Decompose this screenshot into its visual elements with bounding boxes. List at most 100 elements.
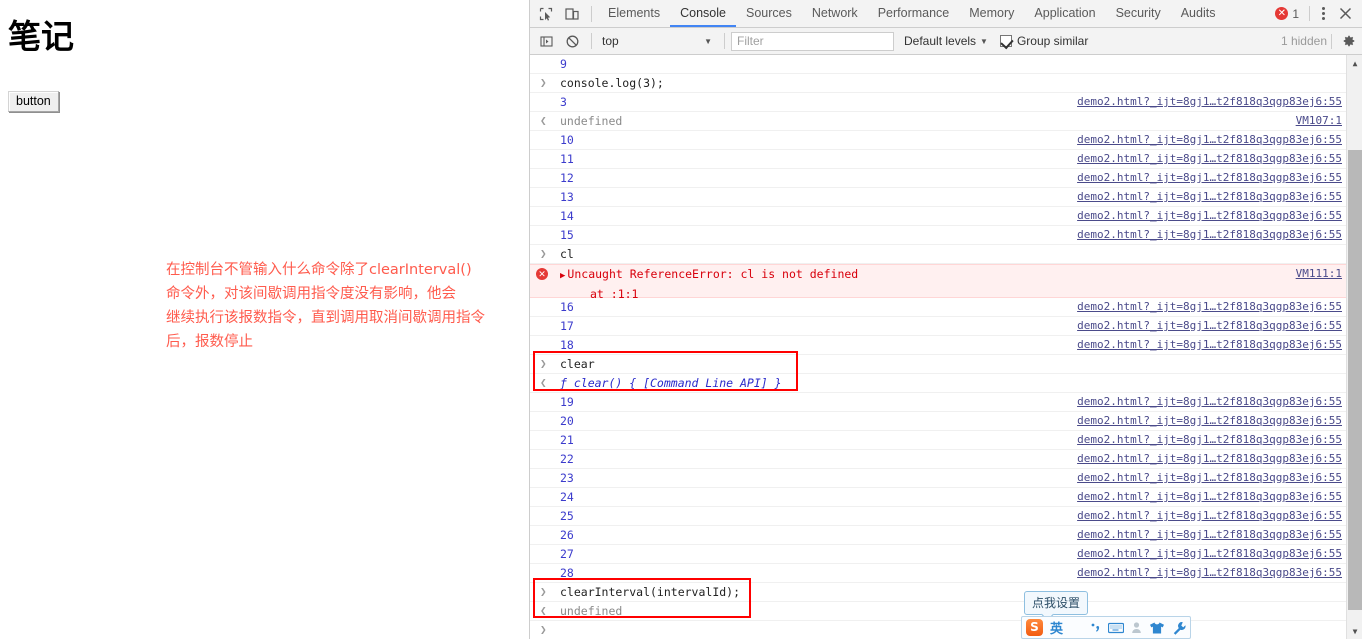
source-link[interactable]: demo2.html?_ijt=8gj1…t2f818q3qgp83ej6:55 — [1077, 150, 1342, 168]
source-link[interactable]: demo2.html?_ijt=8gj1…t2f818q3qgp83ej6:55 — [1077, 131, 1342, 149]
console-error-row[interactable]: ✕ ▶ Uncaught ReferenceError: cl is not def… — [530, 264, 1362, 301]
console-row[interactable]: 27 demo2.html?_ijt=8gj1…t2f818q3qgp83ej6:… — [530, 545, 1362, 564]
source-link[interactable]: demo2.html?_ijt=8gj1…t2f818q3qgp83ej6:55 — [1077, 298, 1342, 316]
source-link[interactable]: VM111:1 — [1296, 265, 1342, 283]
tab-performance[interactable]: Performance — [868, 0, 960, 27]
console-row[interactable]: 25 demo2.html?_ijt=8gj1…t2f818q3qgp83ej6:… — [530, 507, 1362, 526]
console-row[interactable]: 16 demo2.html?_ijt=8gj1…t2f818q3qgp83ej6:… — [530, 298, 1362, 317]
console-row[interactable]: 20 demo2.html?_ijt=8gj1…t2f818q3qgp83ej6:… — [530, 412, 1362, 431]
source-link[interactable]: demo2.html?_ijt=8gj1…t2f818q3qgp83ej6:55 — [1077, 393, 1342, 411]
tab-audits[interactable]: Audits — [1171, 0, 1226, 27]
console-scrollbar[interactable]: ▲ ▼ — [1346, 55, 1362, 639]
scroll-down-arrow-icon[interactable]: ▼ — [1347, 623, 1362, 639]
source-link[interactable]: demo2.html?_ijt=8gj1…t2f818q3qgp83ej6:55 — [1077, 469, 1342, 487]
console-row[interactable]: ❯ console.log(3); — [530, 74, 1362, 93]
source-link[interactable]: demo2.html?_ijt=8gj1…t2f818q3qgp83ej6:55 — [1077, 336, 1342, 354]
console-row[interactable]: 26 demo2.html?_ijt=8gj1…t2f818q3qgp83ej6:… — [530, 526, 1362, 545]
skin-icon[interactable] — [1149, 618, 1165, 637]
console-row[interactable]: 22 demo2.html?_ijt=8gj1…t2f818q3qgp83ej6:… — [530, 450, 1362, 469]
devtools-menu-icon[interactable] — [1314, 3, 1332, 25]
console-row[interactable]: 21 demo2.html?_ijt=8gj1…t2f818q3qgp83ej6:… — [530, 431, 1362, 450]
console-filter-input[interactable] — [731, 31, 894, 51]
console-row[interactable]: 23 demo2.html?_ijt=8gj1…t2f818q3qgp83ej6:… — [530, 469, 1362, 488]
source-link[interactable]: demo2.html?_ijt=8gj1…t2f818q3qgp83ej6:55 — [1077, 507, 1342, 525]
console-row-text: 23 — [560, 471, 574, 485]
console-row[interactable]: ❯ clearInterval(intervalId); — [530, 583, 1362, 602]
tab-sources[interactable]: Sources — [736, 0, 802, 27]
source-link[interactable]: demo2.html?_ijt=8gj1…t2f818q3qgp83ej6:55 — [1077, 226, 1342, 244]
toolbar-divider — [591, 5, 592, 22]
console-row[interactable]: ❮ undefined — [530, 602, 1362, 621]
source-link[interactable]: demo2.html?_ijt=8gj1…t2f818q3qgp83ej6:55 — [1077, 545, 1342, 563]
source-link[interactable]: demo2.html?_ijt=8gj1…t2f818q3qgp83ej6:55 — [1077, 431, 1342, 449]
source-link[interactable]: demo2.html?_ijt=8gj1…t2f818q3qgp83ej6:55 — [1077, 564, 1342, 582]
console-row[interactable]: 10 demo2.html?_ijt=8gj1…t2f818q3qgp83ej6:… — [530, 131, 1362, 150]
sogou-ime-toolbar[interactable]: S 英 — [1021, 616, 1192, 639]
console-row[interactable]: 17 demo2.html?_ijt=8gj1…t2f818q3qgp83ej6:… — [530, 317, 1362, 336]
tab-network[interactable]: Network — [802, 0, 868, 27]
clear-console-icon[interactable] — [559, 29, 585, 53]
console-row[interactable]: ❮ ƒ clear() { [Command Line API] } — [530, 374, 1362, 393]
console-row-text: undefined — [560, 604, 623, 618]
source-link[interactable]: demo2.html?_ijt=8gj1…t2f818q3qgp83ej6:55 — [1077, 93, 1342, 111]
source-link[interactable]: demo2.html?_ijt=8gj1…t2f818q3qgp83ej6:55 — [1077, 169, 1342, 187]
inspect-element-icon[interactable] — [533, 2, 559, 26]
source-link[interactable]: demo2.html?_ijt=8gj1…t2f818q3qgp83ej6:55 — [1077, 488, 1342, 506]
scrollbar-thumb[interactable] — [1348, 150, 1362, 610]
keyboard-icon[interactable] — [1108, 618, 1125, 637]
console-row[interactable]: 19 demo2.html?_ijt=8gj1…t2f818q3qgp83ej6:… — [530, 393, 1362, 412]
console-row[interactable]: ❯ clear — [530, 355, 1362, 374]
source-link[interactable]: demo2.html?_ijt=8gj1…t2f818q3qgp83ej6:55 — [1077, 526, 1342, 544]
page-button[interactable]: button — [8, 91, 59, 112]
scroll-up-arrow-icon[interactable]: ▲ — [1347, 55, 1362, 71]
console-row[interactable]: 15 demo2.html?_ijt=8gj1…t2f818q3qgp83ej6:… — [530, 226, 1362, 245]
source-link[interactable]: demo2.html?_ijt=8gj1…t2f818q3qgp83ej6:55 — [1077, 412, 1342, 430]
console-messages-list[interactable]: 9 ❯ console.log(3); 3 demo2.html?_ijt=8gj1…t… — [530, 55, 1362, 639]
source-link[interactable]: demo2.html?_ijt=8gj1…t2f818q3qgp83ej6:55 — [1077, 450, 1342, 468]
console-row[interactable]: 9 — [530, 55, 1362, 74]
console-row[interactable]: 24 demo2.html?_ijt=8gj1…t2f818q3qgp83ej6:… — [530, 488, 1362, 507]
error-count-value: 1 — [1292, 6, 1299, 21]
error-count-badge[interactable]: ✕ 1 — [1275, 7, 1299, 21]
console-row-text: 26 — [560, 528, 574, 542]
group-similar-checkbox[interactable] — [999, 35, 1012, 47]
source-link[interactable]: demo2.html?_ijt=8gj1…t2f818q3qgp83ej6:55 — [1077, 188, 1342, 206]
sogou-logo-icon[interactable]: S — [1026, 619, 1043, 636]
source-link[interactable]: demo2.html?_ijt=8gj1…t2f818q3qgp83ej6:55 — [1077, 207, 1342, 225]
moon-icon[interactable] — [1070, 618, 1083, 637]
tab-elements[interactable]: Elements — [598, 0, 670, 27]
punctuation-icon[interactable] — [1090, 618, 1101, 637]
language-mode-icon[interactable]: 英 — [1050, 618, 1063, 637]
source-link[interactable]: VM107:1 — [1296, 112, 1342, 130]
tab-security[interactable]: Security — [1106, 0, 1171, 27]
log-levels-select[interactable]: Default levels ▼ — [904, 34, 988, 48]
tabbar-right-controls: ✕ 1 — [1275, 2, 1362, 26]
console-row[interactable]: 3 demo2.html?_ijt=8gj1…t2f818q3qgp83ej6:5… — [530, 93, 1362, 112]
gear-icon[interactable] — [1336, 29, 1362, 53]
console-row[interactable]: 28 demo2.html?_ijt=8gj1…t2f818q3qgp83ej6:… — [530, 564, 1362, 583]
device-toolbar-icon[interactable] — [559, 2, 585, 26]
ime-settings-tooltip[interactable]: 点我设置 — [1024, 591, 1089, 615]
execution-context-select[interactable]: top ▼ — [598, 31, 718, 51]
console-row[interactable]: 14 demo2.html?_ijt=8gj1…t2f818q3qgp83ej6:… — [530, 207, 1362, 226]
tab-memory[interactable]: Memory — [959, 0, 1024, 27]
console-row[interactable]: 12 demo2.html?_ijt=8gj1…t2f818q3qgp83ej6:… — [530, 169, 1362, 188]
source-link[interactable]: demo2.html?_ijt=8gj1…t2f818q3qgp83ej6:55 — [1077, 317, 1342, 335]
wrench-icon[interactable] — [1172, 618, 1186, 637]
error-icon: ✕ — [536, 268, 548, 280]
console-row[interactable]: 13 demo2.html?_ijt=8gj1…t2f818q3qgp83ej6:… — [530, 188, 1362, 207]
close-icon[interactable] — [1332, 2, 1358, 26]
console-row-marker: ❮ — [540, 376, 547, 389]
user-icon[interactable] — [1131, 618, 1142, 637]
console-sidebar-icon[interactable] — [533, 29, 559, 53]
console-row[interactable]: ❯ — [530, 621, 1362, 639]
tab-application[interactable]: Application — [1024, 0, 1105, 27]
tab-console[interactable]: Console — [670, 0, 736, 27]
expand-arrow-icon[interactable]: ▶ — [560, 271, 565, 281]
console-row[interactable]: ❯ cl — [530, 245, 1362, 264]
console-row[interactable]: ❮ undefined VM107:1 — [530, 112, 1362, 131]
console-row[interactable]: 11 demo2.html?_ijt=8gj1…t2f818q3qgp83ej6:… — [530, 150, 1362, 169]
group-similar-toggle[interactable]: Group similar — [999, 34, 1088, 48]
console-row[interactable]: 18 demo2.html?_ijt=8gj1…t2f818q3qgp83ej6:… — [530, 336, 1362, 355]
console-row-text: 25 — [560, 509, 574, 523]
